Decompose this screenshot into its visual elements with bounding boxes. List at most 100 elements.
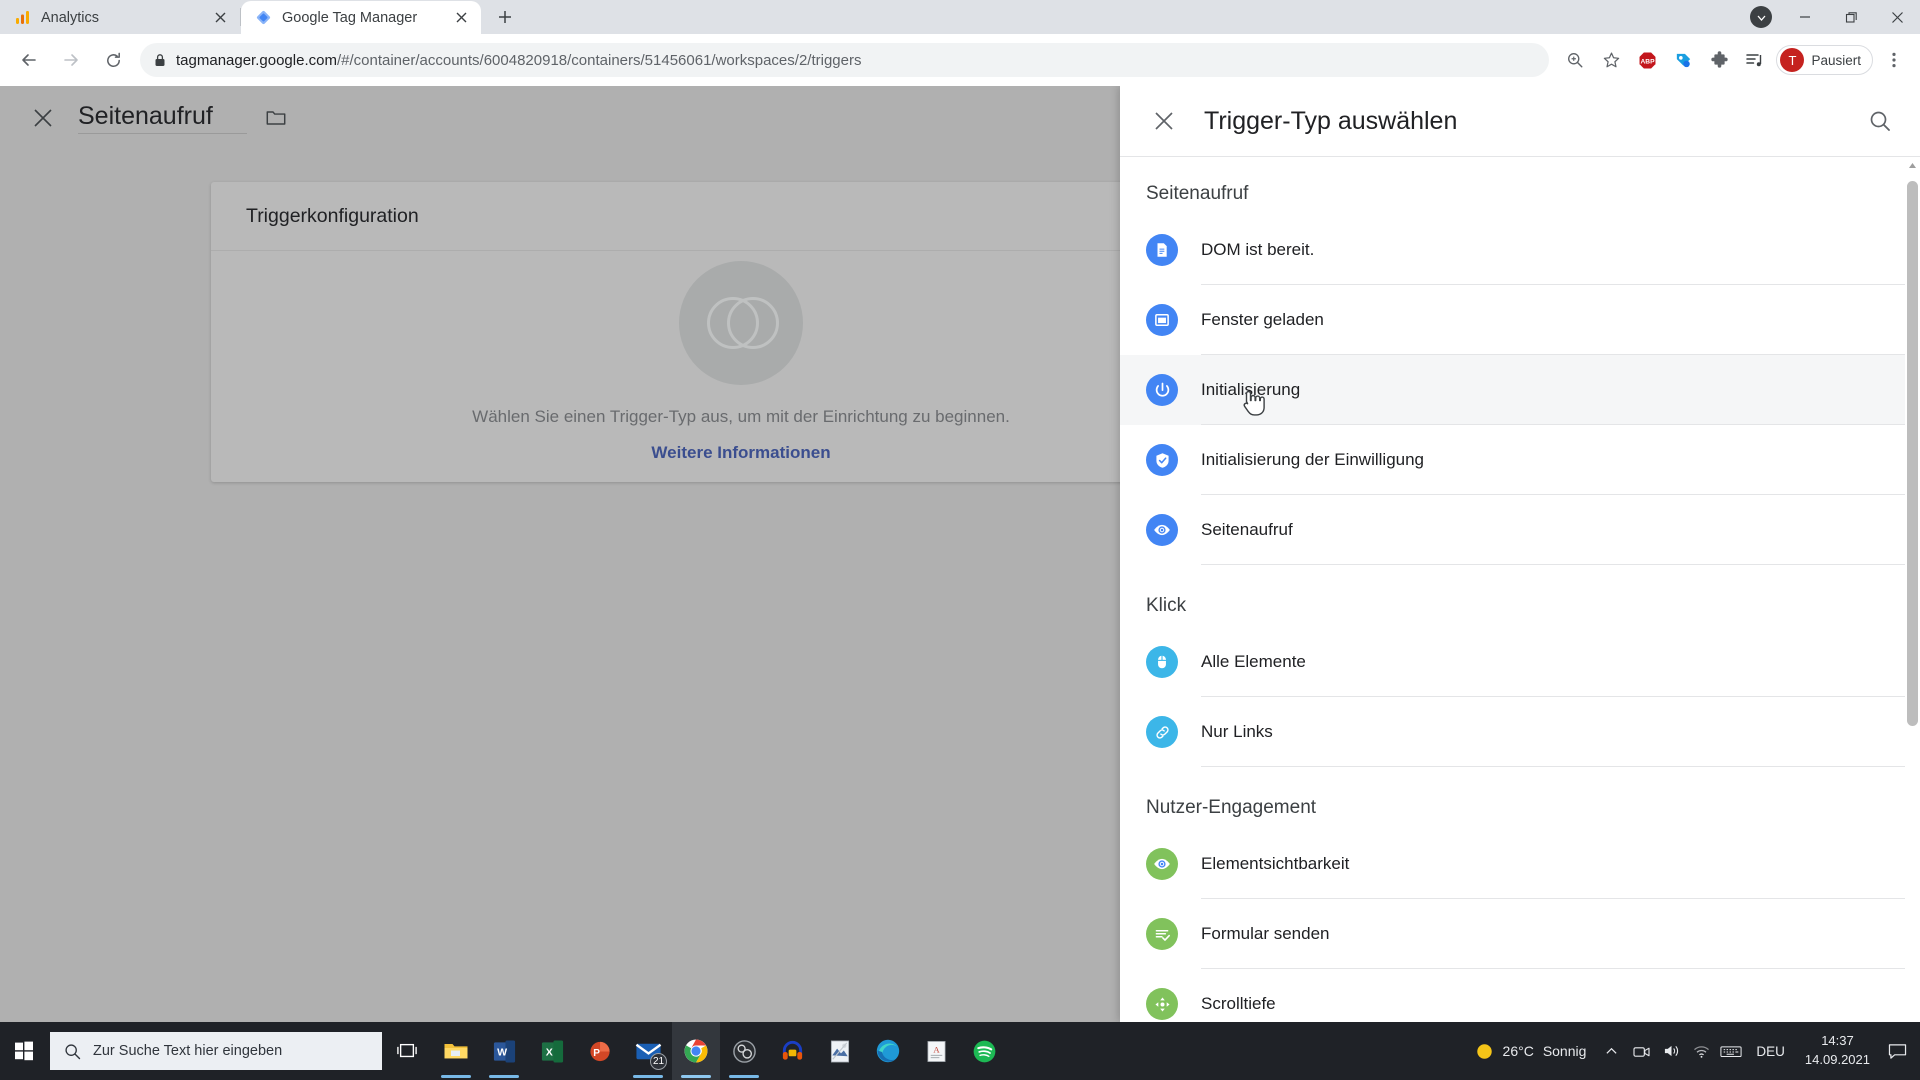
windows-taskbar: Zur Suche Text hier eingeben W X P 21 A … — [0, 1022, 1920, 1080]
tab-analytics[interactable]: Analytics — [0, 1, 240, 34]
weather-widget[interactable]: 26°C Sonnig — [1471, 1042, 1597, 1061]
close-icon[interactable] — [451, 8, 471, 28]
taskbar-app-notes[interactable]: A — [912, 1022, 960, 1080]
camera-icon[interactable] — [1626, 1022, 1656, 1080]
trigger-type-label: Scrolltiefe — [1201, 994, 1276, 1013]
panel-scrollbar[interactable] — [1905, 157, 1920, 1022]
forward-arrow-icon[interactable] — [54, 43, 88, 77]
trigger-group-title: Nutzer-Engagement — [1146, 797, 1317, 818]
folder-icon[interactable] — [265, 107, 287, 129]
tag-assistant-icon[interactable] — [1668, 45, 1698, 75]
taskbar-app-chrome[interactable] — [672, 1022, 720, 1080]
lock-icon — [154, 53, 166, 67]
row-divider — [1201, 564, 1905, 565]
minimize-button[interactable] — [1782, 0, 1828, 34]
trigger-type-label: Initialisierung — [1201, 380, 1301, 399]
search-icon — [64, 1043, 81, 1060]
task-view-icon[interactable] — [382, 1022, 432, 1080]
trigger-type-label: Fenster geladen — [1201, 310, 1324, 329]
trigger-group: Klick Alle Elemente Nur Links — [1120, 565, 1905, 767]
maximize-button[interactable] — [1828, 0, 1874, 34]
trigger-type-row[interactable]: Seitenaufruf — [1120, 495, 1905, 565]
taskbar-app-headphones[interactable] — [768, 1022, 816, 1080]
trigger-type-row[interactable]: DOM ist bereit. — [1120, 215, 1905, 285]
trigger-type-row[interactable]: Nur Links — [1120, 697, 1905, 767]
media-playlist-icon[interactable] — [1740, 45, 1770, 75]
tab-google-tag-manager[interactable]: Google Tag Manager — [241, 1, 481, 34]
profile-chip[interactable]: T Pausiert — [1776, 45, 1873, 75]
search-icon[interactable] — [1862, 103, 1898, 139]
trigger-type-label: Alle Elemente — [1201, 652, 1306, 671]
trigger-type-row[interactable]: Elementsichtbarkeit — [1120, 829, 1905, 899]
scrollbar-thumb[interactable] — [1907, 181, 1918, 726]
taskbar-app-spotify[interactable] — [960, 1022, 1008, 1080]
trigger-group: Seitenaufruf DOM ist bereit. Fenster gelad… — [1120, 157, 1905, 565]
svg-text:A: A — [933, 1044, 940, 1054]
ring-right-icon — [727, 296, 779, 349]
scroll-up-arrow-icon[interactable] — [1905, 157, 1920, 173]
empty-state-illustration — [679, 260, 803, 385]
close-icon[interactable] — [210, 8, 230, 28]
bookmark-star-icon[interactable] — [1596, 45, 1626, 75]
trigger-type-row[interactable]: Alle Elemente — [1120, 627, 1905, 697]
panel-body: Seitenaufruf DOM ist bereit. Fenster gelad… — [1120, 157, 1920, 1022]
adblock-plus-icon[interactable]: ABP — [1632, 45, 1662, 75]
wifi-icon[interactable] — [1686, 1022, 1716, 1080]
trigger-type-label: Nur Links — [1201, 722, 1273, 741]
taskbar-app-mail[interactable]: 21 — [624, 1022, 672, 1080]
analytics-icon — [14, 9, 31, 26]
trigger-type-row[interactable]: Fenster geladen — [1120, 285, 1905, 355]
taskbar-app-file-explorer[interactable] — [432, 1022, 480, 1080]
new-tab-button[interactable] — [489, 1, 521, 33]
card-heading: Triggerkonfiguration — [211, 182, 1271, 251]
weather-condition: Sonnig — [1542, 1043, 1587, 1059]
trigger-type-row[interactable]: Scrolltiefe — [1120, 969, 1905, 1022]
back-arrow-icon[interactable] — [12, 43, 46, 77]
close-button[interactable] — [1874, 0, 1920, 34]
form-check-icon — [1146, 918, 1178, 950]
update-indicator-icon[interactable] — [1750, 6, 1772, 28]
trigger-name-input[interactable]: Seitenaufruf — [78, 102, 247, 134]
chevron-up-icon[interactable] — [1596, 1022, 1626, 1080]
tab-title: Analytics — [41, 9, 100, 26]
keyboard-language[interactable]: DEU — [1746, 1044, 1795, 1059]
notification-icon[interactable] — [1880, 1022, 1914, 1080]
trigger-type-row[interactable]: Initialisierung der Einwilligung — [1120, 425, 1905, 495]
taskbar-app-photo[interactable] — [816, 1022, 864, 1080]
clock[interactable]: 14:37 14.09.2021 — [1795, 1032, 1880, 1070]
taskbar-app-powerpoint[interactable]: P — [576, 1022, 624, 1080]
volume-icon[interactable] — [1656, 1022, 1686, 1080]
taskbar-apps: W X P 21 A — [432, 1022, 1008, 1080]
trigger-type-row[interactable]: Formular senden — [1120, 899, 1905, 969]
tab-title: Google Tag Manager — [282, 9, 418, 26]
taskbar-app-obs-studio[interactable] — [720, 1022, 768, 1080]
trigger-type-row[interactable]: Initialisierung — [1120, 355, 1905, 425]
panel-title: Trigger-Typ auswählen — [1204, 106, 1458, 135]
extensions-puzzle-icon[interactable] — [1704, 45, 1734, 75]
windows-search-box[interactable]: Zur Suche Text hier eingeben — [50, 1032, 382, 1070]
taskbar-app-word[interactable]: W — [480, 1022, 528, 1080]
editor-close-icon[interactable] — [26, 101, 60, 135]
svg-text:P: P — [593, 1047, 600, 1058]
three-dot-menu-icon[interactable] — [1879, 45, 1909, 75]
panel-close-icon[interactable] — [1146, 103, 1182, 139]
avatar: T — [1780, 48, 1805, 72]
profile-status-label: Pausiert — [1811, 52, 1861, 68]
url-path: /#/container/accounts/6004820918/contain… — [336, 51, 862, 69]
taskbar-app-excel[interactable]: X — [528, 1022, 576, 1080]
document-icon — [1146, 234, 1178, 266]
reload-icon[interactable] — [96, 43, 130, 77]
address-bar[interactable]: tagmanager.google.com/#/container/accoun… — [140, 43, 1550, 77]
editor-title-wrap: Seitenaufruf — [78, 102, 287, 134]
learn-more-link[interactable]: Weitere Informationen — [651, 443, 830, 463]
tag-manager-icon — [255, 9, 272, 26]
browser-toolbar: tagmanager.google.com/#/container/accoun… — [0, 34, 1920, 86]
trigger-group-title: Klick — [1146, 595, 1187, 616]
windows-start-icon[interactable] — [0, 1022, 48, 1080]
taskbar-app-edge[interactable] — [864, 1022, 912, 1080]
trigger-type-label: Initialisierung der Einwilligung — [1201, 450, 1425, 469]
zoom-in-icon[interactable] — [1560, 45, 1590, 75]
mouse-icon — [1146, 646, 1178, 678]
keyboard-icon[interactable] — [1716, 1022, 1746, 1080]
sun-icon — [1475, 1042, 1494, 1061]
